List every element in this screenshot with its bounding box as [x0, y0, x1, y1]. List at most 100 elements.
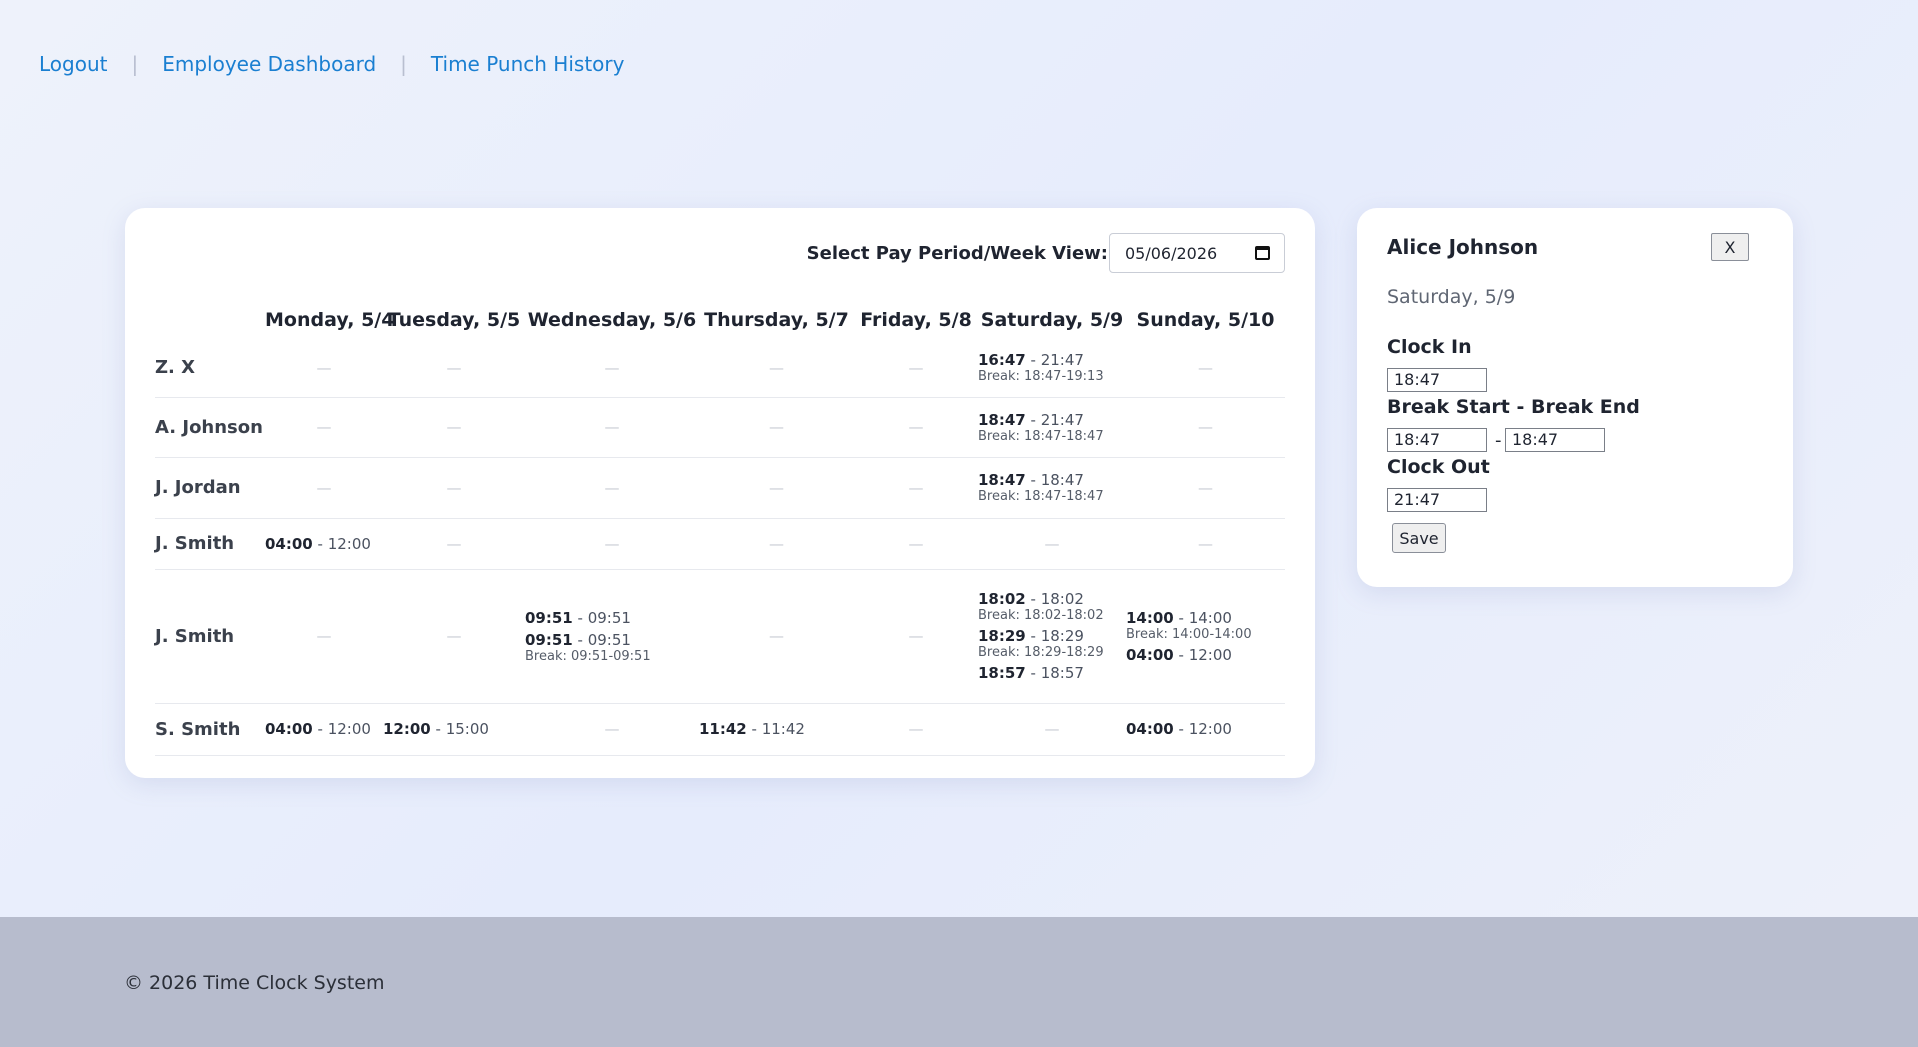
close-button[interactable]: X	[1711, 233, 1749, 261]
date-value: 05/06/2026	[1125, 243, 1218, 263]
break-end-input[interactable]: 18:47	[1505, 428, 1605, 452]
schedule-cell[interactable]: —	[978, 518, 1126, 570]
break-start-input[interactable]: 18:47	[1387, 428, 1487, 452]
clock-out-input[interactable]: 21:47	[1387, 488, 1487, 512]
schedule-cell[interactable]: 16:47 - 21:47 Break: 18:47-19:13	[978, 339, 1126, 398]
employee-name-cell: J. Jordan	[155, 457, 265, 519]
footer: © 2026 Time Clock System	[0, 917, 1918, 1047]
schedule-cell[interactable]: —	[525, 397, 699, 458]
punch-out-time: 12:00	[327, 720, 371, 738]
schedule-cell[interactable]: —	[265, 339, 383, 398]
punch-separator: -	[1173, 608, 1189, 627]
break-time: Break: 09:51-09:51	[525, 648, 651, 664]
schedule-cell[interactable]: —	[978, 703, 1126, 756]
time-punch[interactable]: 04:00 - 12:00	[1126, 720, 1285, 738]
schedule-cell[interactable]: —	[383, 339, 525, 398]
schedule-cell[interactable]: —	[1126, 457, 1285, 519]
time-punch[interactable]: 18:57 - 18:57	[978, 664, 1126, 682]
break-time: Break: 18:47-19:13	[978, 369, 1104, 385]
punch-out-time: 15:00	[445, 720, 489, 738]
logout-link[interactable]: Logout	[39, 52, 107, 76]
calendar-icon[interactable]	[1255, 246, 1270, 260]
empty-dash: —	[1198, 358, 1213, 377]
schedule-cell[interactable]: —	[383, 457, 525, 519]
time-punch[interactable]: 11:42 - 11:42	[699, 720, 854, 738]
schedule-cell[interactable]: —	[699, 339, 854, 398]
schedule-cell[interactable]: —	[699, 457, 854, 519]
schedule-cell[interactable]: —	[854, 339, 978, 398]
punch-in-time: 16:47	[978, 351, 1026, 370]
time-punch[interactable]: 04:00 - 12:00	[265, 720, 383, 738]
schedule-cell[interactable]: —	[383, 518, 525, 570]
time-punch[interactable]: 14:00 - 14:00 Break: 14:00-14:00	[1126, 609, 1285, 642]
empty-dash: —	[446, 534, 462, 553]
empty-dash: —	[908, 358, 924, 377]
schedule-cell[interactable]: 09:51 - 09:51 09:51 - 09:51 Break: 09:51-0…	[525, 569, 699, 704]
save-button[interactable]: Save	[1392, 523, 1446, 553]
nav-separator: |	[131, 52, 139, 76]
schedule-cell[interactable]: 18:47 - 18:47 Break: 18:47-18:47	[978, 457, 1126, 519]
schedule-cell[interactable]: —	[854, 518, 978, 570]
schedule-cell[interactable]: —	[699, 397, 854, 458]
schedule-cell[interactable]: —	[1126, 339, 1285, 398]
schedule-cell[interactable]: 04:00 - 12:00	[265, 518, 383, 570]
punch-separator: -	[1025, 471, 1041, 489]
schedule-cell[interactable]: —	[1126, 397, 1285, 458]
punch-in-time: 12:00	[383, 720, 431, 738]
time-punch[interactable]: 18:29 - 18:29 Break: 18:29-18:29	[978, 627, 1126, 660]
time-punch[interactable]: 18:02 - 18:02 Break: 18:02-18:02	[978, 590, 1126, 623]
time-punch[interactable]: 09:51 - 09:51 Break: 09:51-09:51	[525, 631, 699, 664]
punch-in-time: 18:47	[978, 410, 1026, 429]
time-punch[interactable]: 18:47 - 18:47 Break: 18:47-18:47	[978, 471, 1126, 504]
time-punch[interactable]: 12:00 - 15:00	[383, 720, 525, 738]
punch-in-time: 04:00	[1126, 720, 1174, 738]
empty-dash: —	[1044, 720, 1060, 738]
punch-separator: -	[312, 534, 328, 553]
schedule-cell[interactable]: —	[525, 518, 699, 570]
time-punch[interactable]: 04:00 - 12:00	[1126, 646, 1285, 664]
punch-in-time: 18:29	[978, 627, 1026, 645]
schedule-cell[interactable]: —	[854, 703, 978, 756]
schedule-cell[interactable]: 04:00 - 12:00	[1126, 703, 1285, 756]
employee-name-cell: A. Johnson	[155, 397, 265, 458]
schedule-cell[interactable]: —	[699, 569, 854, 704]
schedule-cell[interactable]: —	[265, 457, 383, 519]
schedule-cell[interactable]: 14:00 - 14:00 Break: 14:00-14:00 04:00 - 1…	[1126, 569, 1285, 704]
punch-separator: -	[430, 720, 446, 738]
time-punch[interactable]: 04:00 - 12:00	[265, 535, 383, 553]
schedule-cell[interactable]: —	[525, 457, 699, 519]
schedule-cell[interactable]: —	[854, 569, 978, 704]
schedule-cell[interactable]: —	[525, 703, 699, 756]
schedule-cell[interactable]: —	[383, 569, 525, 704]
schedule-cell[interactable]: 11:42 - 11:42	[699, 703, 854, 756]
clock-in-input[interactable]: 18:47	[1387, 368, 1487, 392]
copyright-text: © 2026 Time Clock System	[124, 972, 385, 994]
empty-dash: —	[446, 478, 462, 497]
day-header: Saturday, 5/9	[980, 309, 1124, 331]
schedule-cell[interactable]: —	[699, 518, 854, 570]
employee-row: J. Smith 04:00 - 12:00 — — — — — —	[155, 518, 1285, 570]
schedule-cell[interactable]: —	[1126, 518, 1285, 570]
schedule-cell[interactable]: 04:00 - 12:00	[265, 703, 383, 756]
schedule-cell[interactable]: —	[265, 569, 383, 704]
schedule-cell[interactable]: —	[854, 457, 978, 519]
time-punch[interactable]: 18:47 - 21:47 Break: 18:47-18:47	[978, 411, 1126, 444]
punch-out-time: 14:00	[1188, 608, 1232, 627]
time-punch[interactable]: 09:51 - 09:51	[525, 609, 699, 627]
schedule-cell[interactable]: 18:02 - 18:02 Break: 18:02-18:02 18:29 - 1…	[978, 569, 1126, 704]
break-time: Break: 14:00-14:00	[1126, 626, 1252, 642]
pay-period-date-input[interactable]: 05/06/2026	[1109, 233, 1285, 273]
schedule-cell[interactable]: —	[383, 397, 525, 458]
schedule-cell[interactable]: —	[265, 397, 383, 458]
empty-dash: —	[908, 534, 924, 553]
punch-in-time: 09:51	[525, 630, 573, 649]
punch-in-time: 18:57	[978, 664, 1026, 682]
schedule-cell[interactable]: —	[854, 397, 978, 458]
time-punch[interactable]: 16:47 - 21:47 Break: 18:47-19:13	[978, 351, 1126, 384]
punch-in-time: 04:00	[265, 534, 313, 553]
schedule-cell[interactable]: 12:00 - 15:00	[383, 703, 525, 756]
schedule-cell[interactable]: 18:47 - 21:47 Break: 18:47-18:47	[978, 397, 1126, 458]
employee-dashboard-link[interactable]: Employee Dashboard	[162, 52, 376, 76]
time-punch-history-link[interactable]: Time Punch History	[431, 52, 625, 76]
schedule-cell[interactable]: —	[525, 339, 699, 398]
